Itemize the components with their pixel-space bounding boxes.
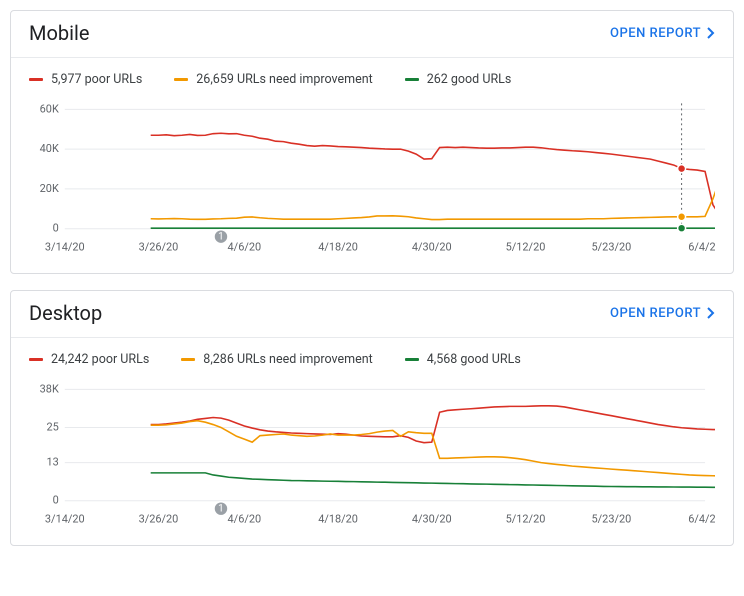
legend-swatch-needs xyxy=(174,78,188,81)
card-desktop: Desktop OPEN REPORT 24,242 poor URLs 8,2… xyxy=(10,290,734,546)
legend-label: 4,568 good URLs xyxy=(427,352,521,367)
legend-item-good: 262 good URLs xyxy=(405,72,512,87)
svg-text:3/26/20: 3/26/20 xyxy=(139,241,179,254)
svg-text:0: 0 xyxy=(53,222,59,235)
chevron-right-icon xyxy=(707,307,715,319)
open-report-label: OPEN REPORT xyxy=(610,26,701,41)
svg-text:5/12/20: 5/12/20 xyxy=(506,513,546,526)
card-mobile: Mobile OPEN REPORT 5,977 poor URLs 26,65… xyxy=(10,10,734,274)
legend-swatch-poor xyxy=(29,358,43,361)
svg-text:5/12/20: 5/12/20 xyxy=(506,241,546,254)
annotation-marker[interactable]: 1 xyxy=(214,502,228,516)
svg-text:25: 25 xyxy=(47,420,59,433)
annotation-marker[interactable]: 1 xyxy=(214,230,228,244)
svg-text:4/6/20: 4/6/20 xyxy=(228,241,262,254)
card-header: Desktop OPEN REPORT xyxy=(11,291,733,337)
card-title: Desktop xyxy=(29,301,102,325)
svg-text:4/18/20: 4/18/20 xyxy=(318,513,358,526)
legend-label: 5,977 poor URLs xyxy=(51,72,142,87)
svg-text:0: 0 xyxy=(53,494,59,507)
series-needs xyxy=(151,176,715,220)
card-header: Mobile OPEN REPORT xyxy=(11,11,733,57)
svg-text:3/14/20: 3/14/20 xyxy=(45,241,85,254)
svg-text:6/4/20: 6/4/20 xyxy=(688,241,715,254)
legend: 24,242 poor URLs 8,286 URLs need improve… xyxy=(11,338,733,371)
legend-swatch-poor xyxy=(29,78,43,81)
legend-item-good: 4,568 good URLs xyxy=(405,352,521,367)
legend-label: 24,242 poor URLs xyxy=(51,352,149,367)
svg-text:4/30/20: 4/30/20 xyxy=(412,241,452,254)
svg-text:3/26/20: 3/26/20 xyxy=(139,513,179,526)
chart-mobile: 0 20K 40K 60K 1 3/14/20 3/26/20 4/6/20 4/18/20… xyxy=(11,91,733,273)
legend-item-poor: 24,242 poor URLs xyxy=(29,352,149,367)
svg-text:13: 13 xyxy=(47,456,59,469)
chart-desktop: 0 13 25 38K 1 3/14/20 3/26/20 4/6/20 4/18/20 4/… xyxy=(11,371,733,545)
svg-text:38K: 38K xyxy=(40,382,59,395)
open-report-button[interactable]: OPEN REPORT xyxy=(610,26,715,41)
open-report-label: OPEN REPORT xyxy=(610,306,701,321)
series-good xyxy=(151,473,715,487)
svg-text:20K: 20K xyxy=(40,182,59,195)
svg-text:4/18/20: 4/18/20 xyxy=(318,241,358,254)
svg-text:5/23/20: 5/23/20 xyxy=(592,513,632,526)
svg-text:1: 1 xyxy=(218,504,224,515)
legend-swatch-good xyxy=(405,358,419,361)
legend-label: 8,286 URLs need improvement xyxy=(203,352,372,367)
svg-text:40K: 40K xyxy=(40,142,59,155)
datapoint-good xyxy=(678,224,686,232)
legend: 5,977 poor URLs 26,659 URLs need improve… xyxy=(11,58,733,91)
legend-item-needs: 8,286 URLs need improvement xyxy=(181,352,372,367)
open-report-button[interactable]: OPEN REPORT xyxy=(610,306,715,321)
svg-text:3/14/20: 3/14/20 xyxy=(45,513,85,526)
chevron-right-icon xyxy=(707,27,715,39)
legend-swatch-good xyxy=(405,78,419,81)
svg-text:5/23/20: 5/23/20 xyxy=(592,241,632,254)
series-needs xyxy=(151,421,715,477)
legend-item-needs: 26,659 URLs need improvement xyxy=(174,72,372,87)
datapoint-poor xyxy=(678,165,686,173)
svg-text:1: 1 xyxy=(218,232,224,243)
legend-label: 26,659 URLs need improvement xyxy=(196,72,372,87)
svg-text:60K: 60K xyxy=(40,102,59,115)
svg-text:6/4/20: 6/4/20 xyxy=(688,513,715,526)
legend-label: 262 good URLs xyxy=(427,72,512,87)
datapoint-needs xyxy=(678,213,686,221)
legend-item-poor: 5,977 poor URLs xyxy=(29,72,142,87)
series-poor xyxy=(151,133,715,217)
card-title: Mobile xyxy=(29,21,89,45)
svg-text:4/6/20: 4/6/20 xyxy=(228,513,262,526)
svg-text:4/30/20: 4/30/20 xyxy=(412,513,452,526)
legend-swatch-needs xyxy=(181,358,195,361)
